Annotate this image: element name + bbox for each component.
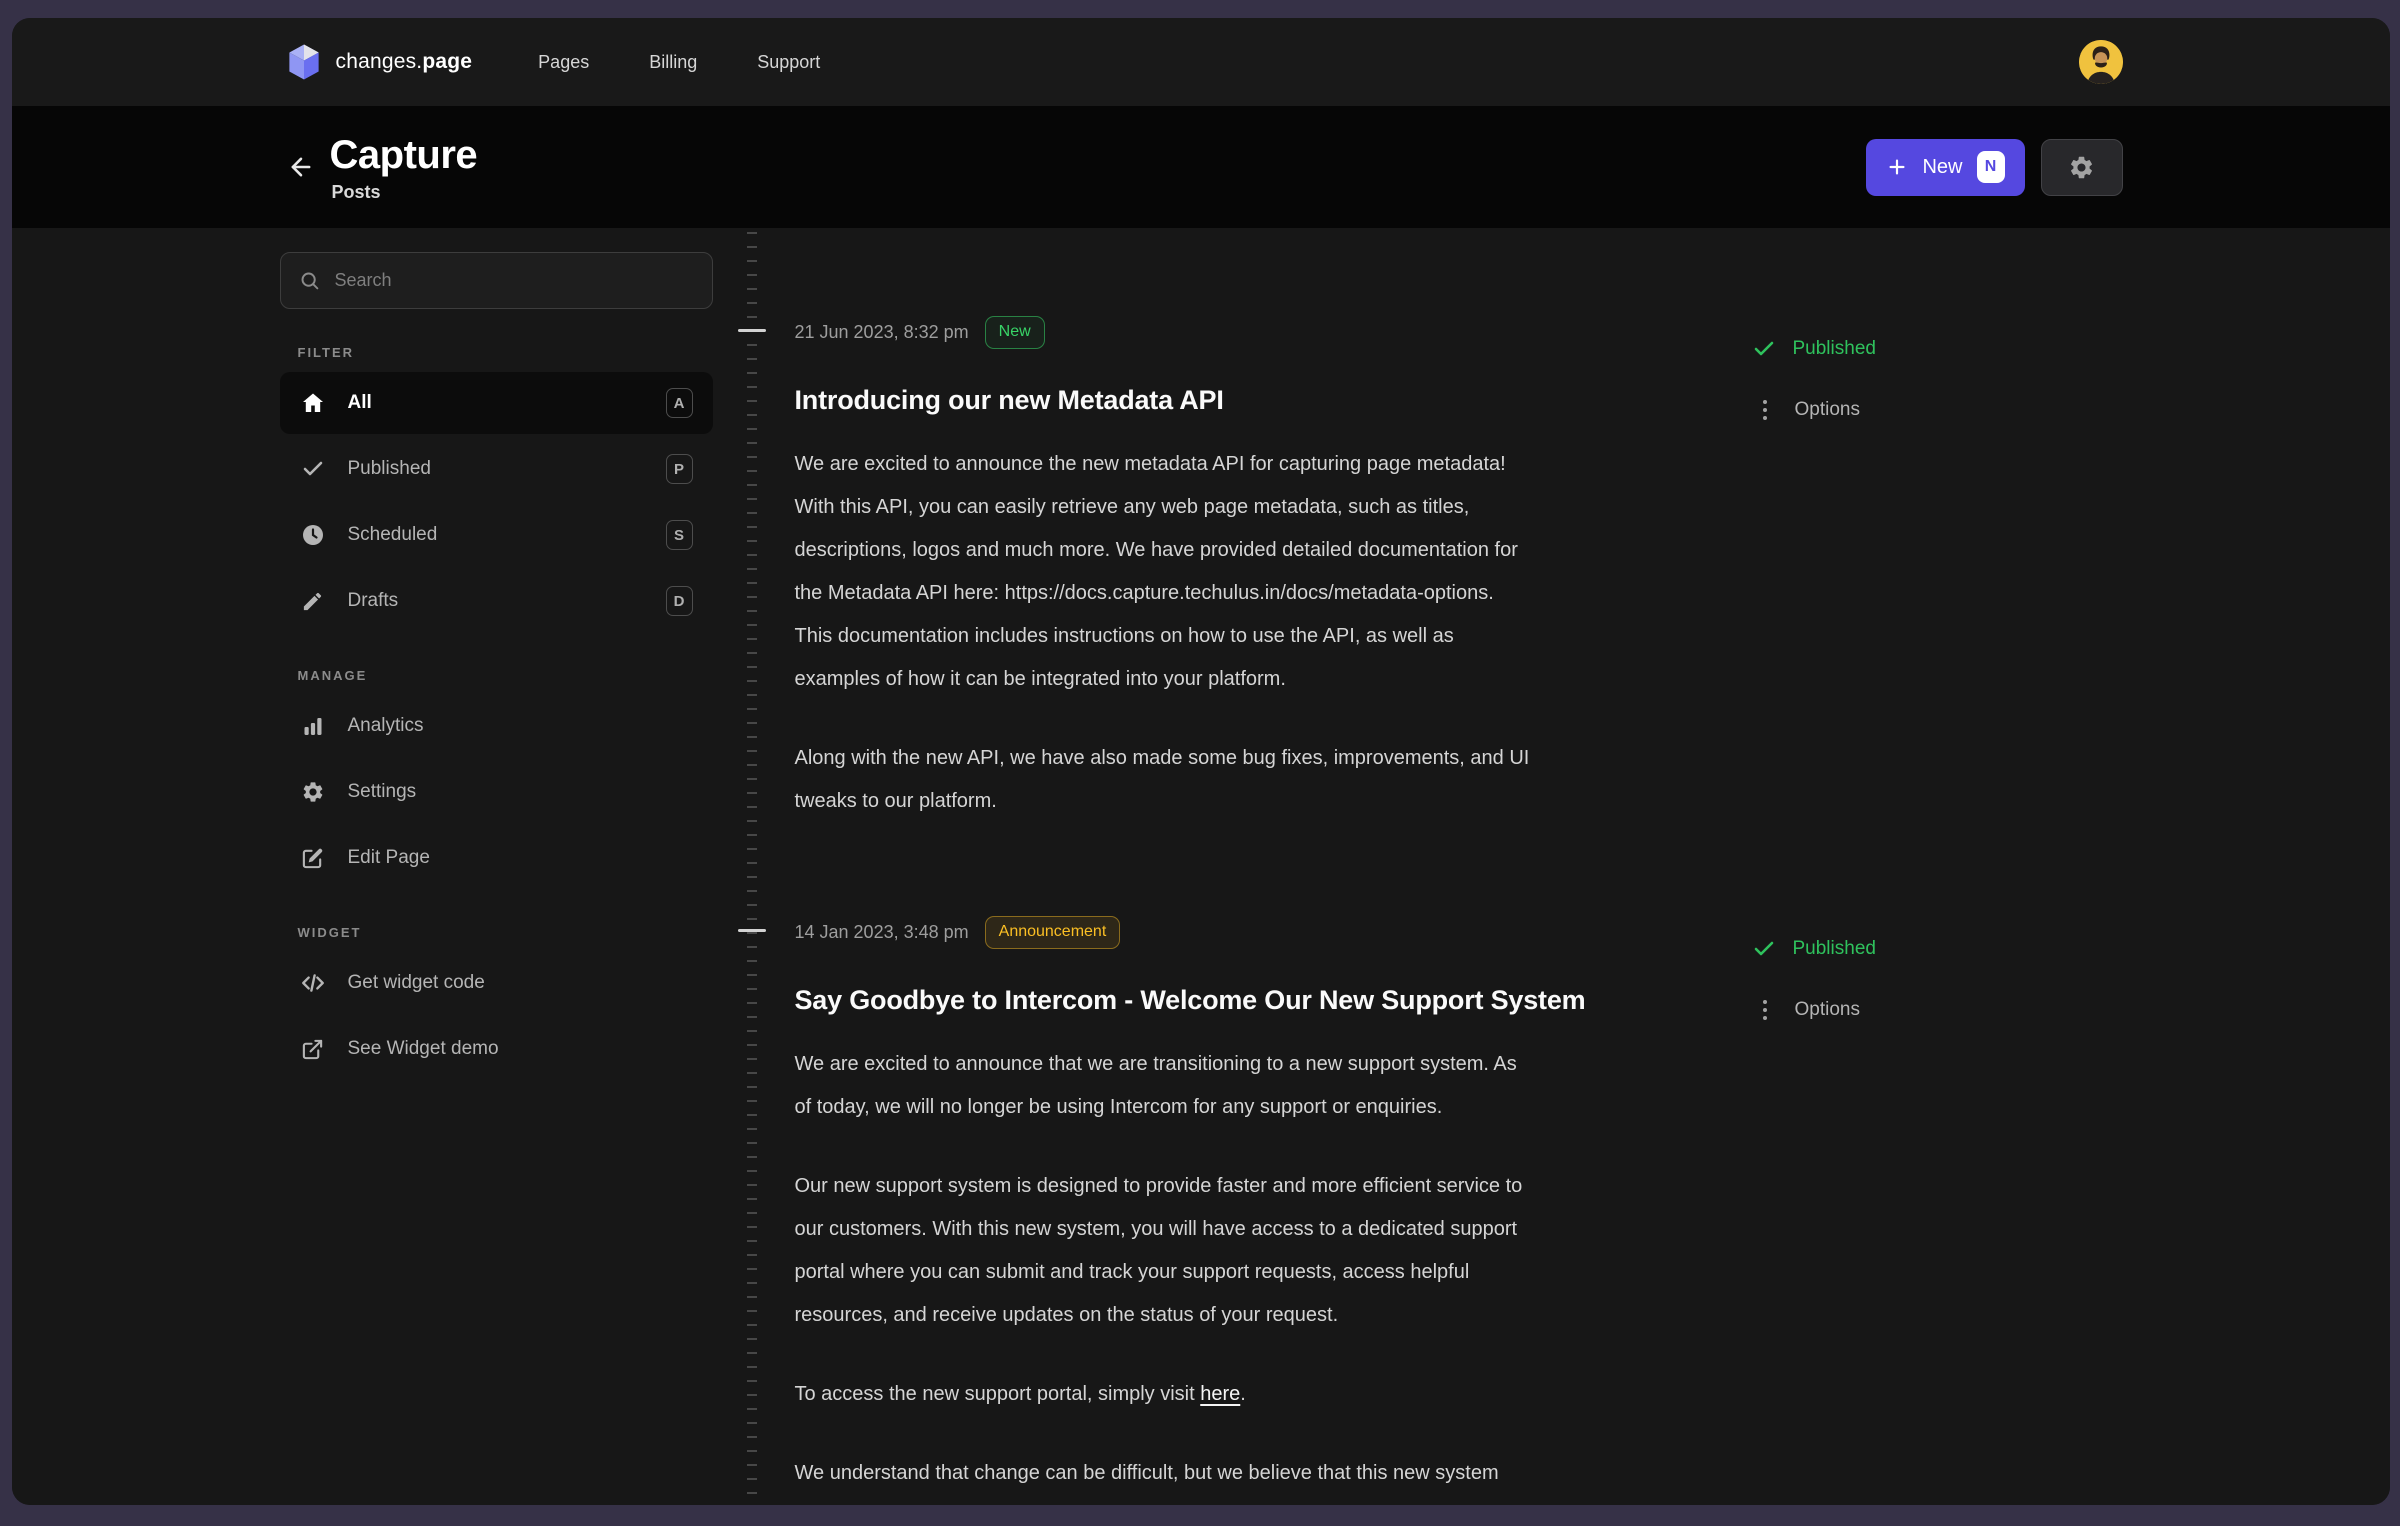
- back-button[interactable]: [280, 146, 322, 188]
- post-status: Published: [1752, 935, 2032, 963]
- post-paragraph: To access the new support portal, simply…: [795, 1373, 1740, 1416]
- brand-name: changes.page: [336, 50, 473, 74]
- check-icon: [1752, 337, 1776, 361]
- sidebar-item-settings[interactable]: Settings: [280, 761, 713, 823]
- section-label-filter: FILTER: [298, 345, 713, 360]
- top-navbar: changes.page Pages Billing Support: [12, 18, 2390, 106]
- nav-links: Pages Billing Support: [538, 52, 820, 73]
- main-content: FILTER All A Published P: [12, 228, 2390, 1505]
- shortcut-badge-p: P: [666, 454, 693, 484]
- sidebar-item-edit-page[interactable]: Edit Page: [280, 827, 713, 889]
- page-header: Capture Posts New N: [12, 106, 2390, 228]
- brand[interactable]: changes.page: [286, 43, 473, 81]
- post-date: 14 Jan 2023, 3:48 pm: [795, 922, 969, 943]
- status-label: Published: [1793, 938, 1876, 960]
- sidebar-item-scheduled[interactable]: Scheduled S: [280, 504, 713, 566]
- search-input[interactable]: [333, 269, 694, 292]
- post-date: 21 Jun 2023, 8:32 pm: [795, 322, 969, 343]
- kebab-menu-icon: [1752, 1000, 1778, 1020]
- post-body: We are excited to announce the new metad…: [795, 443, 1740, 823]
- post-meta: Published Options: [1752, 935, 2032, 1057]
- shortcut-badge-s: S: [666, 520, 693, 550]
- pencil-icon: [300, 590, 326, 613]
- sidebar-item-label: Analytics: [348, 715, 424, 737]
- settings-button[interactable]: [2041, 139, 2123, 196]
- nav-link-billing[interactable]: Billing: [649, 52, 697, 73]
- sidebar-item-label: Edit Page: [348, 847, 430, 869]
- post-item: 14 Jan 2023, 3:48 pm Announcement Say Go…: [795, 917, 2123, 1505]
- timeline-marker: [738, 929, 766, 932]
- plus-icon: [1886, 156, 1908, 178]
- search-icon: [299, 270, 320, 291]
- post-options-button[interactable]: Options: [1752, 396, 2032, 424]
- sidebar-item-label: See Widget demo: [348, 1038, 499, 1060]
- sidebar-item-label: Drafts: [348, 590, 399, 612]
- user-avatar[interactable]: [2079, 40, 2123, 84]
- nav-link-pages[interactable]: Pages: [538, 52, 589, 73]
- page-title: Capture: [330, 132, 478, 178]
- kebab-menu-icon: [1752, 400, 1778, 420]
- paragraph-text: To access the new support portal, simply…: [795, 1383, 1201, 1405]
- post-options-button[interactable]: Options: [1752, 996, 2032, 1024]
- post-paragraph: We are excited to announce the new metad…: [795, 443, 1740, 701]
- check-icon: [300, 457, 326, 481]
- post-paragraph: Along with the new API, we have also mad…: [795, 737, 1740, 823]
- clock-icon: [300, 523, 326, 547]
- sidebar-item-see-widget-demo[interactable]: See Widget demo: [280, 1018, 713, 1080]
- post-paragraph: We understand that change can be difficu…: [795, 1452, 1740, 1505]
- sidebar-item-label: Get widget code: [348, 972, 485, 994]
- sidebar-item-label: Settings: [348, 781, 417, 803]
- post-title[interactable]: Introducing our new Metadata API: [795, 383, 1740, 417]
- check-icon: [1752, 937, 1776, 961]
- section-label-manage: MANAGE: [298, 668, 713, 683]
- bar-chart-icon: [300, 714, 326, 738]
- sidebar-item-get-widget-code[interactable]: Get widget code: [280, 952, 713, 1014]
- support-portal-link[interactable]: here: [1200, 1383, 1240, 1405]
- options-label: Options: [1795, 999, 1860, 1021]
- paragraph-text: .: [1240, 1383, 1246, 1405]
- post-paragraph: We are excited to announce that we are t…: [795, 1043, 1740, 1129]
- post-title[interactable]: Say Goodbye to Intercom - Welcome Our Ne…: [795, 983, 1740, 1017]
- new-button-label: New: [1922, 156, 1962, 179]
- post-paragraph: Our new support system is designed to pr…: [795, 1165, 1740, 1337]
- timeline-ruler: [747, 232, 757, 1505]
- sidebar-item-all[interactable]: All A: [280, 372, 713, 434]
- search-box: [280, 252, 713, 309]
- sidebar: FILTER All A Published P: [280, 252, 713, 1084]
- section-label-widget: WIDGET: [298, 925, 713, 940]
- gear-icon: [300, 780, 326, 804]
- sidebar-item-label: Scheduled: [348, 524, 438, 546]
- sidebar-item-analytics[interactable]: Analytics: [280, 695, 713, 757]
- status-label: Published: [1793, 338, 1876, 360]
- options-label: Options: [1795, 399, 1860, 421]
- post-badge-new: New: [985, 316, 1045, 349]
- external-link-icon: [300, 1038, 326, 1061]
- page-subtitle: Posts: [332, 182, 478, 203]
- post-status: Published: [1752, 335, 2032, 363]
- shortcut-badge-d: D: [666, 586, 693, 616]
- home-icon: [300, 391, 326, 415]
- post-badge-announcement: Announcement: [985, 916, 1121, 949]
- gear-icon: [2068, 154, 2095, 181]
- app-window: changes.page Pages Billing Support: [12, 18, 2390, 1505]
- nav-link-support[interactable]: Support: [757, 52, 820, 73]
- edit-icon: [300, 847, 326, 870]
- arrow-left-icon: [287, 153, 315, 181]
- sidebar-item-label: All: [348, 392, 372, 414]
- code-icon: [300, 970, 326, 996]
- post-item: 21 Jun 2023, 8:32 pm New Introducing our…: [795, 317, 2123, 859]
- post-body: We are excited to announce that we are t…: [795, 1043, 1740, 1505]
- cube-logo-icon: [286, 43, 322, 81]
- desktop-background: { "navbar": { "brand": { "regular": "cha…: [0, 0, 2400, 1526]
- post-meta: Published Options: [1752, 335, 2032, 457]
- timeline-marker: [738, 329, 766, 332]
- shortcut-badge-a: A: [666, 388, 693, 418]
- new-post-button[interactable]: New N: [1866, 139, 2024, 196]
- sidebar-item-drafts[interactable]: Drafts D: [280, 570, 713, 632]
- sidebar-item-label: Published: [348, 458, 431, 480]
- shortcut-badge-n: N: [1977, 151, 2005, 183]
- posts-list: 21 Jun 2023, 8:32 pm New Introducing our…: [795, 228, 2123, 1505]
- sidebar-item-published[interactable]: Published P: [280, 438, 713, 500]
